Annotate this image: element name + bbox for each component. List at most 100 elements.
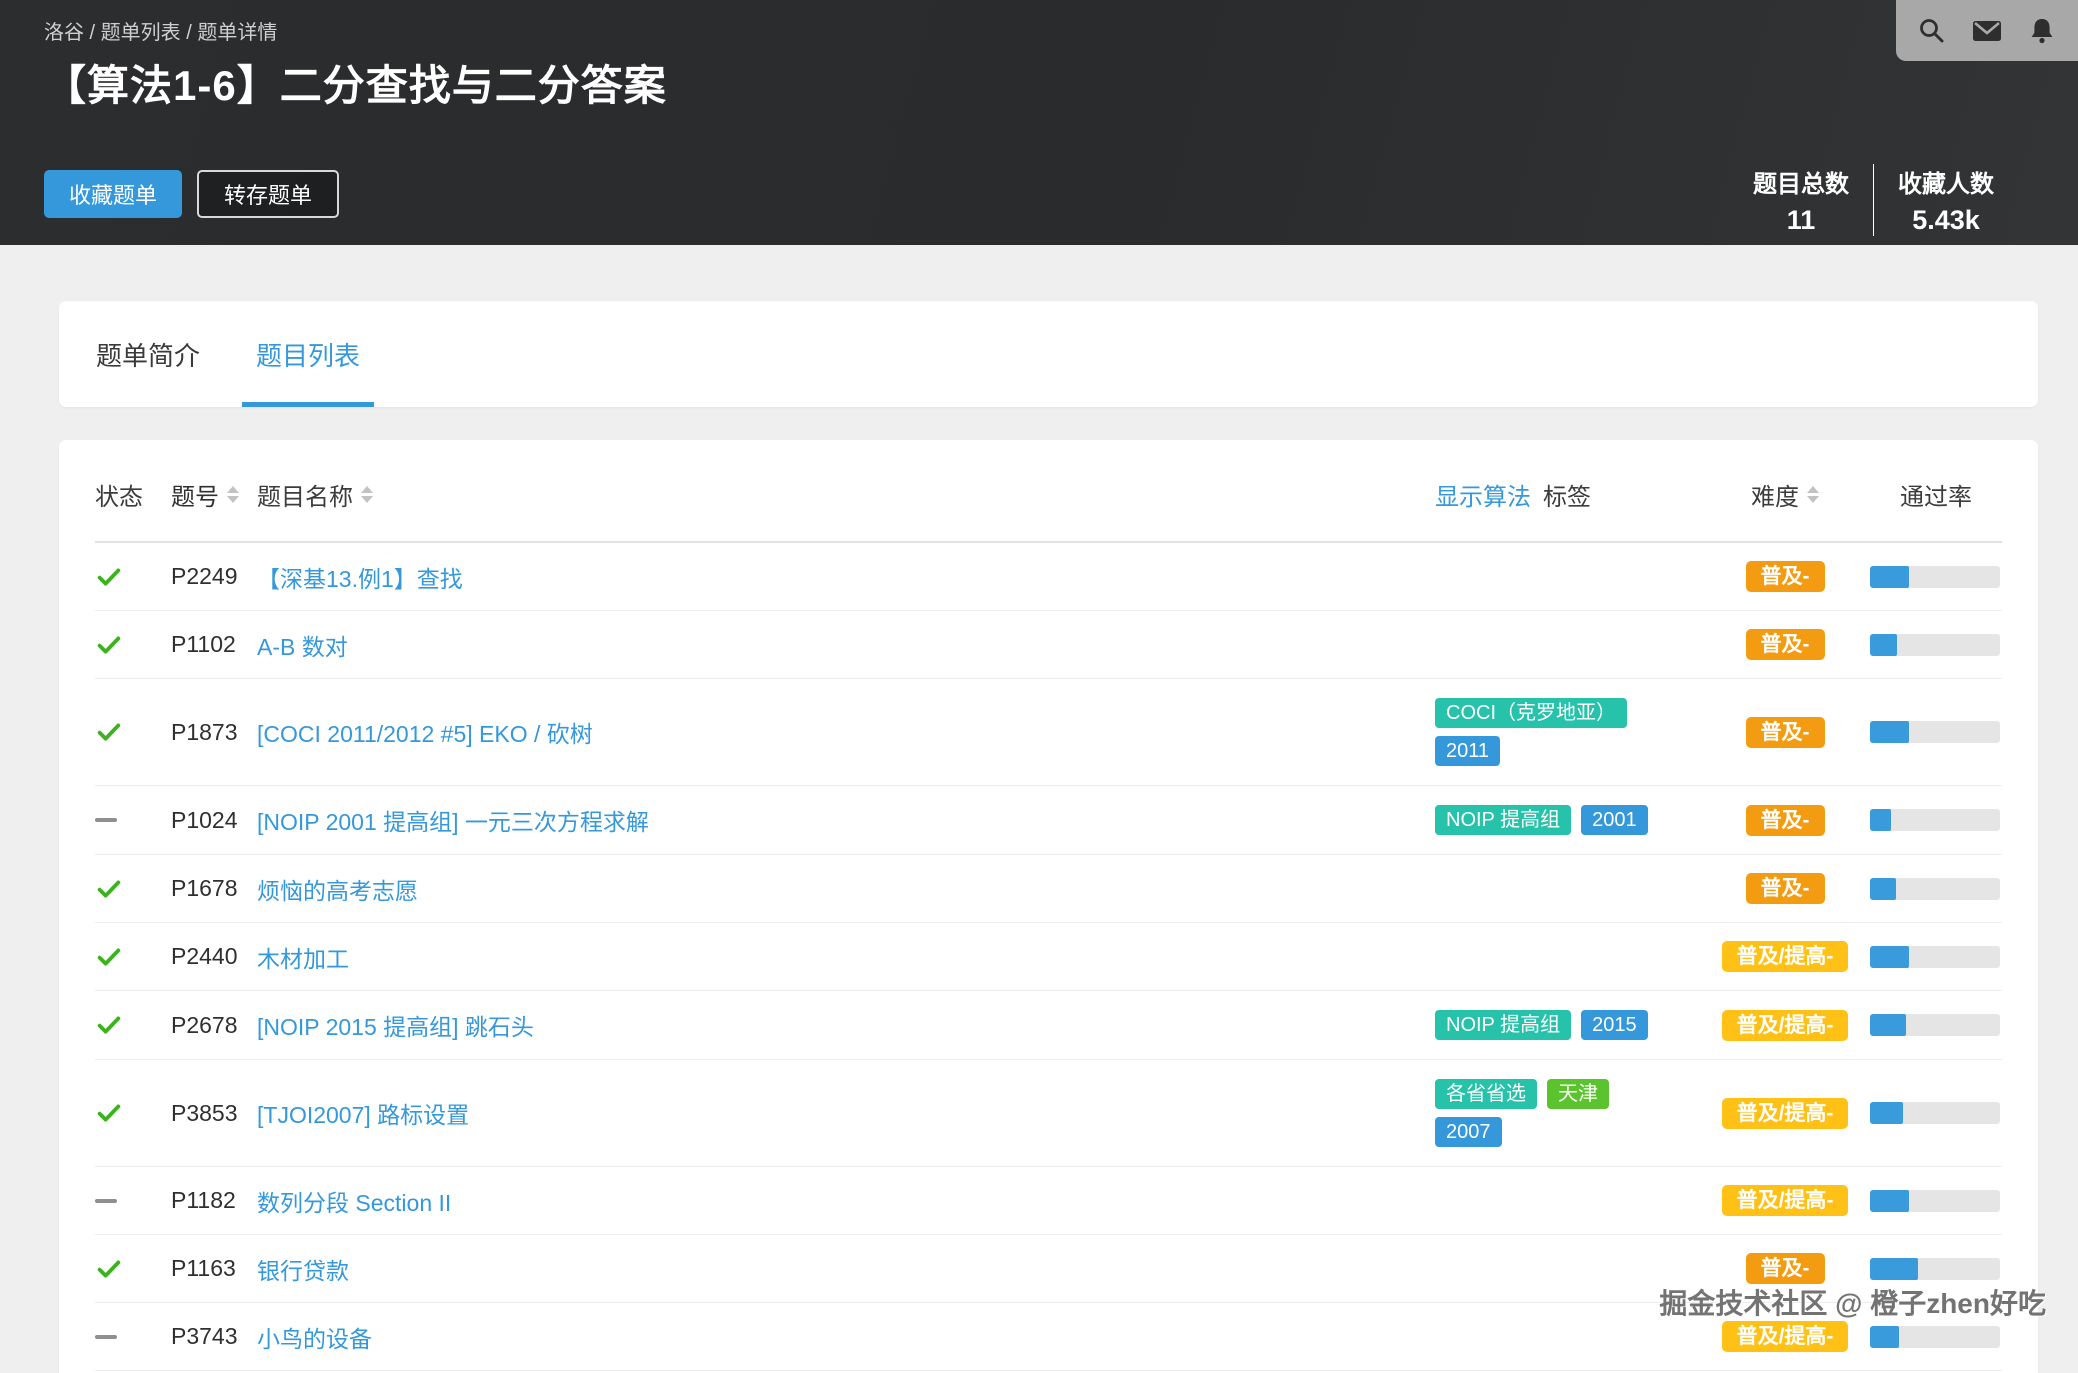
table-header-row: 状态 题号 题目名称 显示算法标签 难度 通过率 [95,440,2002,543]
difficulty-badge[interactable]: 普及- [1746,629,1825,660]
pass-rate-bar [1870,1014,2000,1036]
pass-rate-bar [1870,1258,2000,1280]
table-row: P1873 [COCI 2011/2012 #5] EKO / 砍树 COCI（… [95,679,2002,786]
problem-id: P1678 [145,875,257,902]
problem-id: P1102 [145,631,257,658]
difficulty-badge[interactable]: 普及/提高- [1722,1185,1849,1216]
sort-icon[interactable] [361,486,373,503]
difficulty-badge[interactable]: 普及/提高- [1722,1010,1849,1041]
pass-rate-fill [1870,1014,1906,1036]
pass-rate-fill [1870,878,1896,900]
problem-id: P1873 [145,719,257,746]
breadcrumb-separator: / [84,22,101,44]
pass-rate-bar [1870,566,2000,588]
problem-title-link[interactable]: 烦恼的高考志愿 [257,878,418,904]
table-row: P1182 数列分段 Section II 普及/提高- [95,1167,2002,1235]
pass-rate-bar [1870,946,2000,968]
stat-label: 题目总数 [1753,164,1849,199]
problem-title-link[interactable]: [NOIP 2015 提高组] 跳石头 [257,1014,534,1040]
difficulty-badge[interactable]: 普及- [1746,805,1825,836]
difficulty-badge[interactable]: 普及- [1746,561,1825,592]
tag-list: NOIP 提高组 2001 [1435,805,1670,835]
favorite-list-button[interactable]: 收藏题单 [44,170,182,218]
problem-id: P1182 [145,1187,257,1214]
problem-title-link[interactable]: 小鸟的设备 [257,1326,372,1352]
problem-title-link[interactable]: 木材加工 [257,946,349,972]
pass-rate-fill [1870,1258,1918,1280]
difficulty-badge[interactable]: 普及/提高- [1722,1321,1849,1352]
pass-rate-bar [1870,634,2000,656]
search-icon[interactable] [1917,16,1947,46]
table-row: P1678 烦恼的高考志愿 普及- [95,855,2002,923]
problem-title-link[interactable]: [NOIP 2001 提高组] 一元三次方程求解 [257,809,649,835]
check-icon [95,718,123,746]
status-cell [95,631,145,659]
breadcrumb-problem-lists[interactable]: 题单列表 [101,22,181,44]
header-stats: 题目总数 11 收藏人数 5.43k [1729,164,2018,236]
tab-bar: 题单简介 题目列表 [59,301,2038,407]
tag[interactable]: NOIP 提高组 [1435,805,1571,835]
pass-rate-bar [1870,721,2000,743]
problem-id: P2249 [145,563,257,590]
column-header-name: 题目名称 [257,477,1435,512]
pass-rate-fill [1870,566,1909,588]
pass-rate-fill [1870,1102,1903,1124]
header-actions: 收藏题单 转存题单 [44,170,339,218]
tab-problem-list[interactable]: 题目列表 [256,301,360,407]
difficulty-badge[interactable]: 普及- [1746,1253,1825,1284]
pass-rate-fill [1870,721,1909,743]
difficulty-badge[interactable]: 普及/提高- [1722,1098,1849,1129]
dash-icon [95,1335,117,1339]
status-cell [95,1011,145,1039]
bell-icon[interactable] [2027,16,2057,46]
tag[interactable]: 各省省选 [1435,1079,1537,1109]
mail-icon[interactable] [1971,16,2003,46]
pass-rate-bar [1870,1190,2000,1212]
tag[interactable]: 2007 [1435,1117,1502,1147]
problem-table: 状态 题号 题目名称 显示算法标签 难度 通过率 P2249 【深基13.例1】… [59,440,2038,1371]
problem-title-link[interactable]: [COCI 2011/2012 #5] EKO / 砍树 [257,721,593,747]
problem-title-link[interactable]: [TJOI2007] 路标设置 [257,1102,469,1128]
check-icon [95,943,123,971]
breadcrumb-current: 题单详情 [197,22,277,44]
difficulty-badge[interactable]: 普及/提高- [1722,941,1849,972]
breadcrumb-home[interactable]: 洛谷 [44,22,84,44]
column-header-tags: 显示算法标签 [1435,477,1700,512]
watermark: 掘金技术社区 @ 橙子zhen好吃 [1659,1282,2046,1322]
transfer-list-button[interactable]: 转存题单 [197,170,339,218]
tag[interactable]: 2015 [1581,1010,1648,1040]
problem-title-link[interactable]: 数列分段 Section II [257,1190,451,1216]
problem-id: P3853 [145,1100,257,1127]
sort-icon[interactable] [1807,486,1819,503]
problem-table-card: 状态 题号 题目名称 显示算法标签 难度 通过率 P2249 【深基13.例1】… [59,440,2038,1373]
status-cell [95,943,145,971]
difficulty-badge[interactable]: 普及- [1746,873,1825,904]
stat-problem-count: 题目总数 11 [1729,164,1873,236]
column-header-difficulty: 难度 [1700,477,1870,512]
stat-value: 5.43k [1898,205,1994,236]
problem-title-link[interactable]: 银行贷款 [257,1258,349,1284]
pass-rate-bar [1870,1102,2000,1124]
pass-rate-fill [1870,809,1891,831]
check-icon [95,1255,123,1283]
tag[interactable]: 2001 [1581,805,1648,835]
tab-list-intro[interactable]: 题单简介 [96,301,200,407]
tag[interactable]: 天津 [1547,1079,1609,1109]
stat-value: 11 [1753,205,1849,236]
problem-title-link[interactable]: 【深基13.例1】查找 [257,566,463,592]
check-icon [95,631,123,659]
status-cell [95,718,145,746]
tag[interactable]: 2011 [1435,736,1500,766]
sort-icon[interactable] [227,486,239,503]
difficulty-badge[interactable]: 普及- [1746,717,1825,748]
problem-title-link[interactable]: A-B 数对 [257,634,348,660]
topbar-icon-panel [1896,0,2078,61]
table-row: P2440 木材加工 普及/提高- [95,923,2002,991]
tag-list: 各省省选天津 2007 [1435,1079,1670,1147]
pass-rate-bar [1870,809,2000,831]
problem-id: P3743 [145,1323,257,1350]
tag[interactable]: COCI（克罗地亚） [1435,698,1627,728]
show-algorithm-link[interactable]: 显示算法 [1435,477,1531,512]
tag[interactable]: NOIP 提高组 [1435,1010,1571,1040]
pass-rate-bar [1870,1326,2000,1348]
